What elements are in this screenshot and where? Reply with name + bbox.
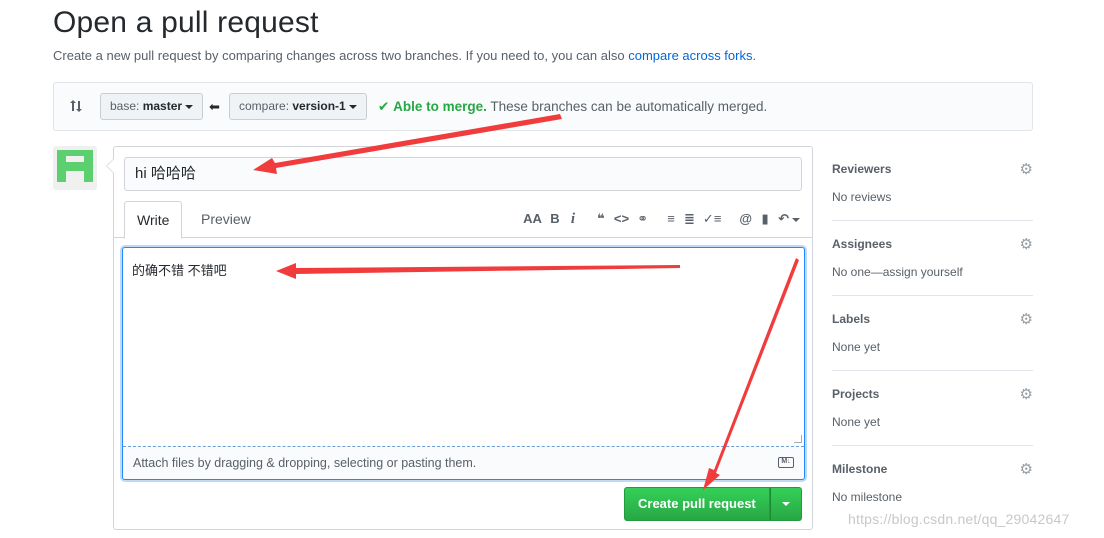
sidebar-heading[interactable]: Labels (832, 312, 870, 326)
check-icon: ✔ (378, 99, 390, 114)
mention-icon[interactable]: @ (739, 209, 752, 229)
base-branch-name: master (142, 99, 183, 113)
compare-branch-button[interactable]: compare: version-1 (229, 93, 367, 120)
subtitle-end: . (752, 48, 757, 63)
code-icon[interactable]: <> (614, 209, 629, 229)
tab-write[interactable]: Write (124, 201, 183, 239)
arrow-left-icon: ⬅ (209, 99, 220, 114)
quote-icon[interactable]: ❝ (596, 209, 606, 229)
bookmark-icon[interactable]: ▮ (760, 209, 770, 229)
resize-grip[interactable] (794, 435, 802, 443)
sidebar-labels: Labels ⚙ None yet (832, 296, 1033, 371)
base-prefix: base: (110, 99, 143, 113)
sidebar-value: None yet (832, 415, 881, 429)
compare-arrows-icon (68, 98, 84, 114)
sidebar-value: No reviews (832, 190, 892, 204)
chevron-down-icon (185, 104, 194, 109)
chevron-down-icon (348, 104, 357, 109)
sidebar-assignees: Assignees ⚙ No one—assign yourself (832, 221, 1033, 296)
title-input[interactable]: hi 哈哈哈 (124, 157, 802, 191)
sidebar-value[interactable]: No one—assign yourself (832, 265, 963, 279)
base-branch-button[interactable]: base: master (100, 93, 204, 120)
avatar[interactable] (53, 146, 97, 190)
merge-message: These branches can be automatically merg… (486, 99, 768, 114)
comment-body-field[interactable]: 的确不错 不错吧 Attach files by dragging & drop… (122, 247, 805, 480)
sidebar-reviewers: Reviewers ⚙ No reviews (832, 146, 1033, 221)
sidebar-heading[interactable]: Reviewers (832, 162, 891, 176)
page-subtitle: Create a new pull request by comparing c… (53, 48, 756, 63)
gear-icon[interactable]: ⚙ (1020, 237, 1033, 253)
subtitle-text: Create a new pull request by comparing c… (53, 48, 629, 63)
task-list-icon[interactable]: ✓≡ (703, 209, 721, 229)
sidebar: Reviewers ⚙ No reviews Assignees ⚙ No on… (832, 146, 1033, 521)
sidebar-value: None yet (832, 340, 881, 354)
sidebar-heading[interactable]: Projects (832, 387, 879, 401)
merge-status: ✔ Able to merge. These branches can be a… (378, 99, 767, 115)
range-editor: base: master ⬅ compare: version-1 ✔ Able… (53, 82, 1033, 131)
merge-ok-label: Able to merge. (393, 99, 487, 114)
tab-preview[interactable]: Preview (189, 201, 263, 238)
chevron-down-icon (792, 217, 800, 222)
markdown-icon[interactable]: M↓ (778, 457, 794, 468)
sidebar-heading[interactable]: Assignees (832, 237, 892, 251)
attach-files-bar[interactable]: Attach files by dragging & dropping, sel… (123, 446, 804, 479)
sidebar-value: No milestone (832, 490, 903, 504)
link-icon[interactable]: ⚭ (637, 209, 648, 229)
gear-icon[interactable]: ⚙ (1020, 462, 1033, 478)
sidebar-projects: Projects ⚙ None yet (832, 371, 1033, 446)
submit-group: Create pull request (624, 487, 802, 521)
sidebar-milestone: Milestone ⚙ No milestone (832, 446, 1033, 521)
reply-icon[interactable]: ↶ (778, 209, 800, 229)
compare-across-forks-link[interactable]: compare across forks (628, 48, 752, 63)
gear-icon[interactable]: ⚙ (1020, 162, 1033, 178)
watermark: https://blog.csdn.net/qq_29042647 (848, 511, 1070, 527)
italic-icon[interactable]: i (568, 209, 578, 229)
chevron-down-icon (781, 502, 790, 506)
attach-hint: Attach files by dragging & dropping, sel… (133, 456, 477, 470)
header-icon[interactable]: AA (523, 209, 542, 229)
gear-icon[interactable]: ⚙ (1020, 312, 1033, 328)
sidebar-heading[interactable]: Milestone (832, 462, 887, 476)
pull-request-form: hi 哈哈哈 Write Preview AA B i ❝ <> ⚭ ≡ ≣ ✓… (106, 146, 813, 530)
comment-body-text: 的确不错 不错吧 (132, 263, 227, 278)
page-title: Open a pull request (53, 6, 319, 39)
create-pull-request-button[interactable]: Create pull request (624, 487, 770, 521)
compare-branch-name: version-1 (292, 99, 346, 113)
bullet-list-icon[interactable]: ≡ (666, 209, 676, 229)
numbered-list-icon[interactable]: ≣ (684, 209, 695, 229)
gear-icon[interactable]: ⚙ (1020, 387, 1033, 403)
submit-options-button[interactable] (769, 487, 802, 521)
markdown-toolbar: AA B i ❝ <> ⚭ ≡ ≣ ✓≡ @ ▮ ↶ (515, 209, 800, 229)
bold-icon[interactable]: B (550, 209, 560, 229)
compare-prefix: compare: (239, 99, 293, 113)
